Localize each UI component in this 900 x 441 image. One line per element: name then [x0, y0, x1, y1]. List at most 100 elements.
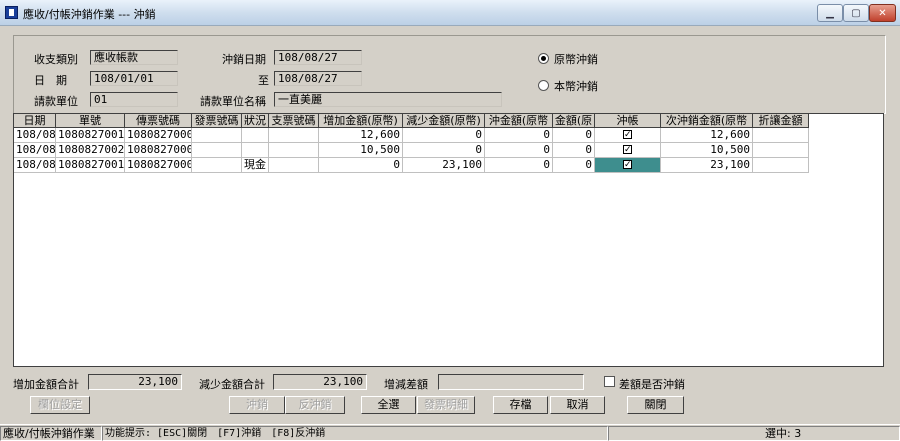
column-header[interactable]: 沖金額(原幣 [485, 114, 553, 128]
cell-voucher[interactable]: 10808270002 [125, 143, 192, 158]
unit-field[interactable]: 01 [90, 92, 178, 107]
cell-amt[interactable]: 0 [553, 143, 595, 158]
check-icon[interactable] [623, 128, 632, 142]
cell-off[interactable]: 0 [485, 158, 553, 173]
maximize-button[interactable]: ▢ [843, 4, 869, 22]
cell-discount[interactable] [753, 128, 809, 143]
cell-off[interactable]: 0 [485, 128, 553, 143]
column-header[interactable]: 增加金額(原幣) [319, 114, 403, 128]
cell-voucher[interactable]: 10808270001 [125, 128, 192, 143]
cell-date[interactable]: 108/08 [14, 143, 56, 158]
cell-off[interactable]: 0 [485, 143, 553, 158]
column-header[interactable]: 折讓金額 [753, 114, 809, 128]
cell-date[interactable]: 108/08 [14, 128, 56, 143]
cell-amt[interactable]: 0 [553, 158, 595, 173]
filter-panel: 收支類別 應收帳款 沖銷日期 108/08/27 日 期 108/01/01 至… [13, 35, 886, 114]
type-field[interactable]: 應收帳款 [90, 50, 178, 65]
date-label: 日 期 [34, 74, 67, 87]
column-header[interactable]: 沖帳 [595, 114, 661, 128]
inc-total-label: 增加金額合計 [13, 378, 79, 391]
diff-label: 增減差額 [384, 378, 428, 391]
table-row[interactable]: 108/0810808270021080827000210,50000010,5… [14, 143, 809, 158]
cell-invoice[interactable] [192, 128, 242, 143]
cell-dec[interactable]: 23,100 [403, 158, 485, 173]
cell-inc[interactable]: 0 [319, 158, 403, 173]
column-header[interactable]: 減少金額(原幣) [403, 114, 485, 128]
table-row[interactable]: 108/0810808270011080827000112,60000012,6… [14, 128, 809, 143]
grid-header: 日期 單號 傳票號碼 發票號碼 狀況 支票號碼 增加金額(原幣) 減少金額(原幣) 沖金額(原幣… [14, 114, 809, 128]
writeoff-checkbox-cell[interactable] [595, 143, 661, 158]
diff-writeoff-label: 差額是否沖銷 [619, 378, 685, 391]
field-settings-button[interactable]: 欄位設定 [30, 396, 90, 414]
status-selected: 選中: 3 [608, 426, 900, 441]
save-button[interactable]: 存檔 [493, 396, 548, 414]
invoice-detail-button[interactable]: 發票明細 [417, 396, 475, 414]
minimize-icon: ▁ [826, 7, 834, 19]
close-form-button[interactable]: 關閉 [627, 396, 684, 414]
form-body: 收支類別 應收帳款 沖銷日期 108/08/27 日 期 108/01/01 至… [0, 26, 900, 424]
dec-total-label: 減少金額合計 [199, 378, 265, 391]
unit-name-field[interactable]: 一直美麗 [274, 92, 502, 107]
writeoff-grid[interactable]: 日期 單號 傳票號碼 發票號碼 狀況 支票號碼 增加金額(原幣) 減少金額(原幣) 沖金額(原幣… [13, 113, 884, 367]
cell-cheque[interactable] [269, 143, 319, 158]
column-header[interactable]: 日期 [14, 114, 56, 128]
writeoff-button[interactable]: 沖銷 [229, 396, 285, 414]
cell-this_off[interactable]: 12,600 [661, 128, 753, 143]
radio-local-currency[interactable] [538, 80, 549, 91]
cell-status[interactable]: 現金 [242, 158, 269, 173]
cell-no[interactable]: 1080827001 [56, 158, 125, 173]
cell-inc[interactable]: 12,600 [319, 128, 403, 143]
unit-label: 請款單位 [34, 95, 78, 108]
date-from-field[interactable]: 108/01/01 [90, 71, 178, 86]
cell-this_off[interactable]: 10,500 [661, 143, 753, 158]
cancel-button[interactable]: 取消 [550, 396, 605, 414]
cell-no[interactable]: 1080827002 [56, 143, 125, 158]
minimize-button[interactable]: ▁ [817, 4, 843, 22]
column-header[interactable]: 支票號碼 [269, 114, 319, 128]
reverse-writeoff-button[interactable]: 反沖銷 [285, 396, 345, 414]
cell-no[interactable]: 1080827001 [56, 128, 125, 143]
cell-discount[interactable] [753, 158, 809, 173]
cell-invoice[interactable] [192, 143, 242, 158]
cell-voucher[interactable]: 10808270003 [125, 158, 192, 173]
writeoff-checkbox-cell[interactable] [595, 158, 661, 173]
column-header[interactable]: 單號 [56, 114, 125, 128]
date-to-field[interactable]: 108/08/27 [274, 71, 362, 86]
cell-dec[interactable]: 0 [403, 143, 485, 158]
column-header[interactable]: 傳票號碼 [125, 114, 192, 128]
diff-writeoff-checkbox[interactable] [604, 376, 615, 387]
check-icon[interactable] [623, 143, 632, 157]
cell-inc[interactable]: 10,500 [319, 143, 403, 158]
cell-date[interactable]: 108/08 [14, 158, 56, 173]
window-title: 應收/付帳沖銷作業 --- 沖銷 [23, 8, 156, 21]
cell-cheque[interactable] [269, 158, 319, 173]
title-bar: 應收/付帳沖銷作業 --- 沖銷 ▁ ▢ ✕ [0, 0, 900, 26]
cell-discount[interactable] [753, 143, 809, 158]
maximize-icon: ▢ [851, 7, 861, 19]
inc-total-field: 23,100 [88, 374, 182, 390]
cell-this_off[interactable]: 23,100 [661, 158, 753, 173]
radio-original-currency[interactable] [538, 53, 549, 64]
column-header[interactable]: 狀況 [242, 114, 269, 128]
cell-invoice[interactable] [192, 158, 242, 173]
close-icon: ✕ [878, 7, 887, 19]
cell-cheque[interactable] [269, 128, 319, 143]
table-row[interactable]: 108/08108082700110808270003現金023,1000023… [14, 158, 809, 173]
cell-dec[interactable]: 0 [403, 128, 485, 143]
close-button[interactable]: ✕ [869, 4, 896, 22]
check-icon[interactable] [623, 158, 632, 172]
column-header[interactable]: 次沖銷金額(原幣 [661, 114, 753, 128]
column-header[interactable]: 金額(原 [553, 114, 595, 128]
cell-amt[interactable]: 0 [553, 128, 595, 143]
cell-status[interactable] [242, 128, 269, 143]
radio-original-label: 原幣沖銷 [554, 53, 598, 66]
diff-field [438, 374, 584, 390]
status-program: 應收/付帳沖銷作業 [0, 426, 102, 441]
select-all-button[interactable]: 全選 [361, 396, 416, 414]
writeoff-date-label: 沖銷日期 [222, 53, 266, 66]
writeoff-date-field[interactable]: 108/08/27 [274, 50, 362, 65]
column-header[interactable]: 發票號碼 [192, 114, 242, 128]
cell-status[interactable] [242, 143, 269, 158]
dec-total-field: 23,100 [273, 374, 367, 390]
writeoff-checkbox-cell[interactable] [595, 128, 661, 143]
